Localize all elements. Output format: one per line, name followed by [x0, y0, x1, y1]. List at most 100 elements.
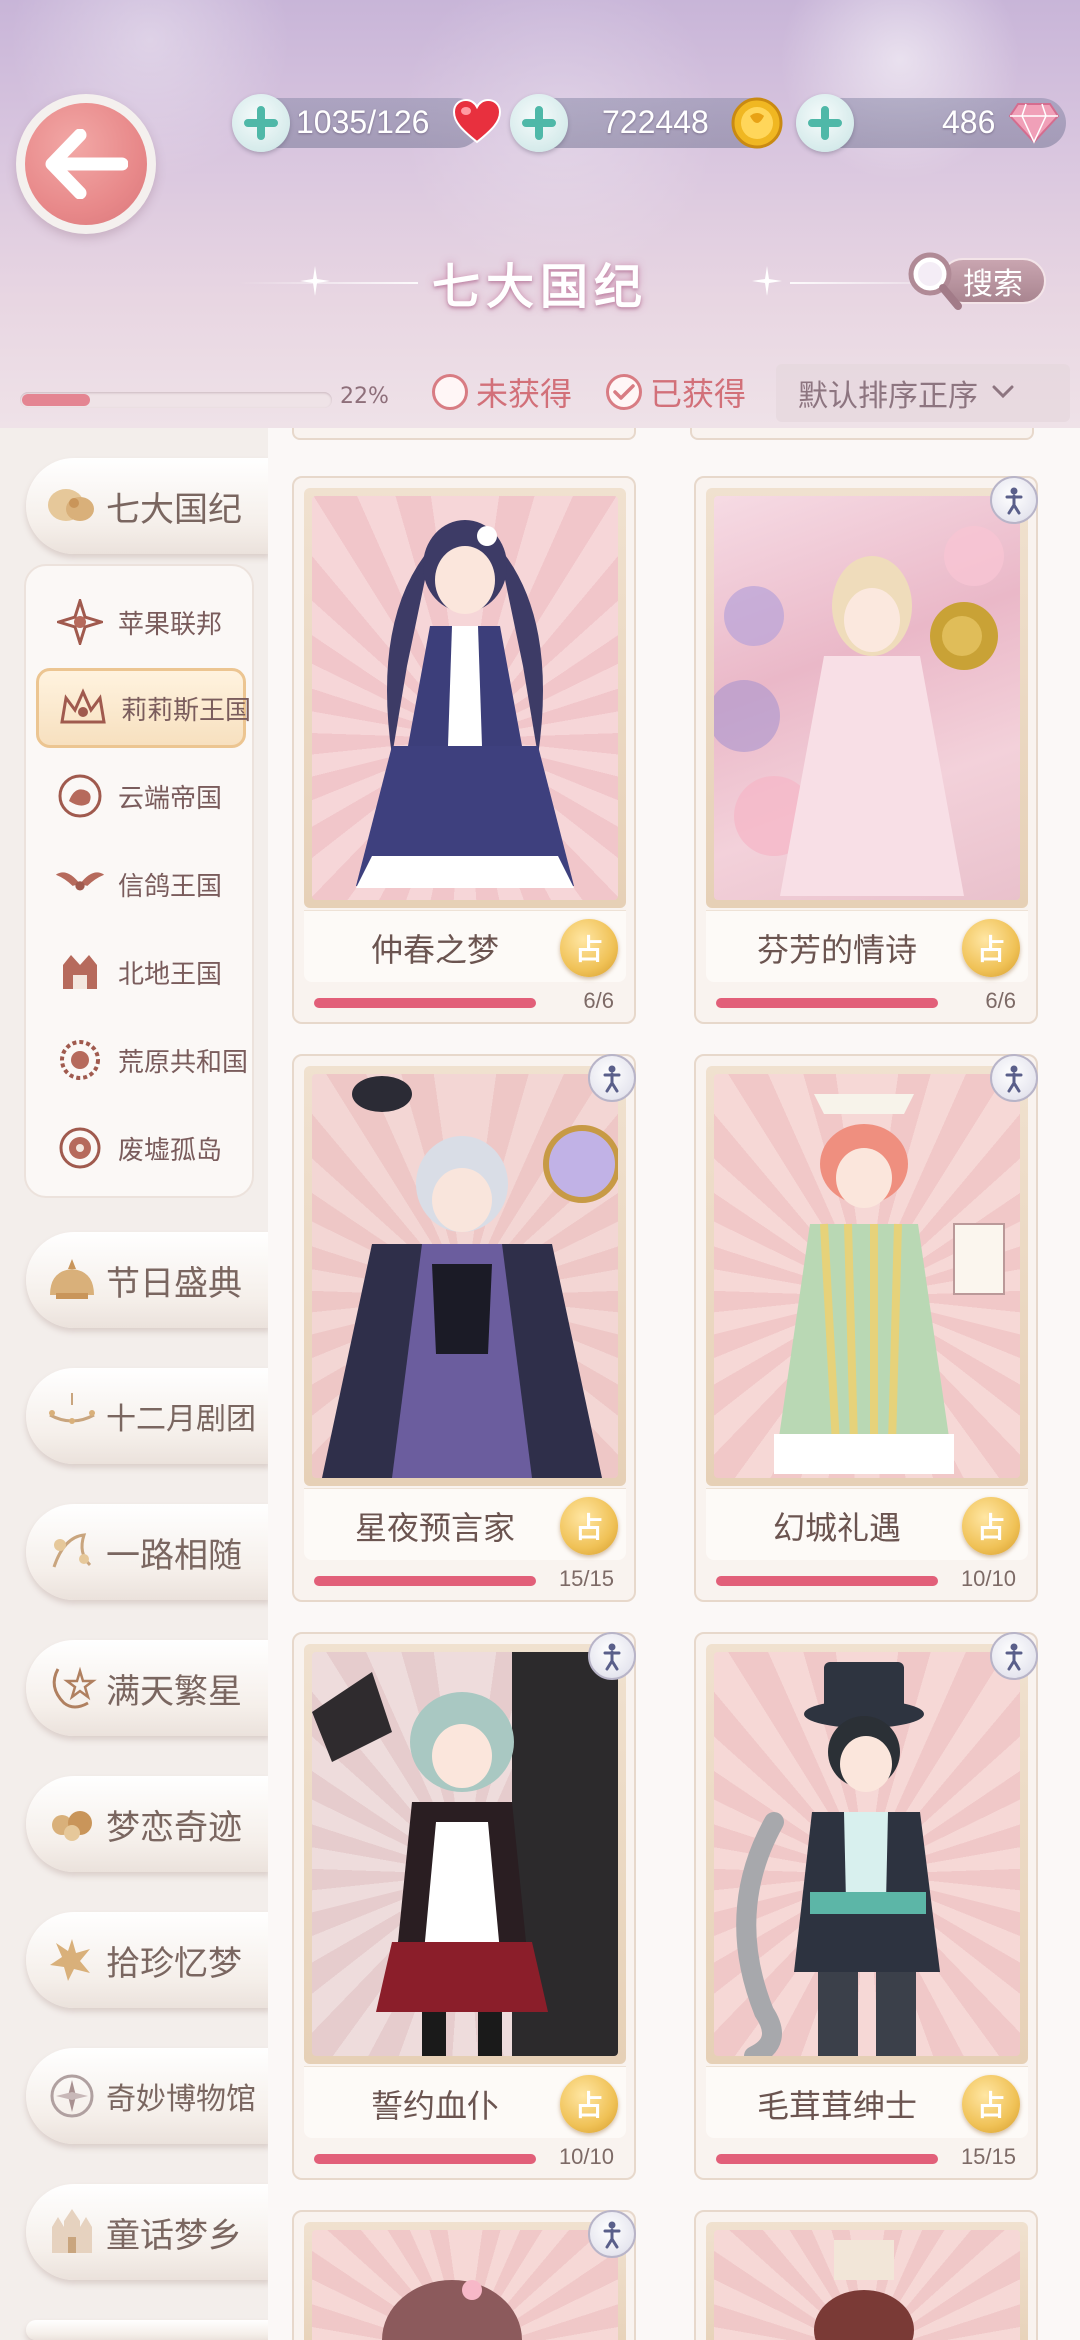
- chandelier-icon: [42, 1386, 102, 1446]
- filter-not-obtained-label: 未获得: [476, 375, 573, 413]
- pose-badge-icon: [588, 1632, 636, 1680]
- divination-button[interactable]: 占: [560, 2075, 618, 2133]
- suit-name-bar: 芬芳的情诗 占: [706, 910, 1028, 982]
- category-fairytale[interactable]: 童话梦乡: [26, 2184, 270, 2280]
- kingdom-wasteland[interactable]: 荒原共和国: [36, 1020, 249, 1100]
- category-partial[interactable]: [26, 2320, 270, 2340]
- suit-card[interactable]: 仲春之梦 占 6/6: [292, 476, 636, 1024]
- festival-icon: [42, 1250, 102, 1310]
- suit-progress-fill: [314, 2154, 536, 2164]
- kingdom-label: 荒原共和国: [118, 1047, 249, 1078]
- page-title: 七大国纪: [431, 259, 648, 315]
- suit-progress-fill: [314, 998, 536, 1008]
- divination-button[interactable]: 占: [962, 2075, 1020, 2133]
- pose-badge-icon: [588, 2210, 636, 2258]
- kingdom-north[interactable]: 北地王国: [36, 932, 246, 1012]
- category-label: 一路相随: [106, 1535, 242, 1576]
- kingdom-apple-federation[interactable]: 苹果联邦: [36, 582, 246, 662]
- pose-badge-icon: [990, 1054, 1038, 1102]
- suit-card[interactable]: 幻城礼遇 占 10/10: [694, 1054, 1038, 1602]
- divination-button[interactable]: 占: [560, 919, 618, 977]
- suit-illustration: [312, 1652, 618, 2056]
- suit-progress-fill: [314, 1576, 536, 1586]
- suit-grid: 仲春之梦 占 6/6 芬芳的情诗 占 6/6 星夜预言家 占 15/15 幻城礼…: [268, 428, 1080, 2340]
- suit-count: 15/15: [558, 1566, 614, 1591]
- add-diamond-button[interactable]: [796, 94, 854, 152]
- lilith-kingdom-icon: [57, 682, 109, 734]
- suit-name: 毛茸茸绅士: [756, 2087, 917, 2125]
- pose-badge-icon: [588, 1054, 636, 1102]
- category-festival[interactable]: 节日盛典: [26, 1232, 270, 1328]
- suit-name-bar: 幻城礼遇 占: [706, 1488, 1028, 1560]
- suit-name: 仲春之梦: [370, 931, 499, 969]
- heart-icon: [452, 98, 502, 148]
- category-dream-miracle[interactable]: 梦恋奇迹: [26, 1776, 270, 1872]
- kingdom-label: 废墟孤岛: [118, 1135, 223, 1166]
- kingdom-label: 莉莉斯王国: [121, 695, 252, 726]
- partial-card-top-right: [690, 428, 1034, 440]
- suit-count: 6/6: [583, 988, 614, 1013]
- dream-icon: [42, 1794, 102, 1854]
- suit-card-partial[interactable]: [694, 2210, 1038, 2340]
- kingdom-ruins-island[interactable]: 废墟孤岛: [36, 1108, 246, 1188]
- category-museum[interactable]: 奇妙博物馆: [26, 2048, 270, 2144]
- suit-card[interactable]: 毛茸茸绅士 占 15/15: [694, 1632, 1038, 2180]
- filter-obtained[interactable]: 已获得: [606, 368, 746, 416]
- category-companion[interactable]: 一路相随: [26, 1504, 270, 1600]
- category-label: 奇妙博物馆: [106, 2082, 256, 2117]
- suit-name: 芬芳的情诗: [756, 931, 917, 969]
- add-stamina-button[interactable]: [232, 94, 290, 152]
- divination-button[interactable]: 占: [962, 919, 1020, 977]
- progress-percent: 22%: [340, 384, 389, 409]
- compass-icon: [42, 2066, 102, 2126]
- suit-count: 6/6: [985, 988, 1016, 1013]
- suit-name-bar: 星夜预言家 占: [304, 1488, 626, 1560]
- kingdom-label: 信鸽王国: [118, 871, 223, 902]
- pose-badge-icon: [990, 476, 1038, 524]
- suit-card-partial[interactable]: [292, 2210, 636, 2340]
- suit-card[interactable]: 星夜预言家 占 15/15: [292, 1054, 636, 1602]
- filter-not-obtained[interactable]: 未获得: [432, 368, 572, 416]
- suit-progress-fill: [716, 1576, 938, 1586]
- add-gold-button[interactable]: [510, 94, 568, 152]
- sort-dropdown[interactable]: 默认排序正序: [776, 364, 1070, 422]
- category-seven-kingdoms[interactable]: 七大国纪: [26, 458, 270, 554]
- stamina-bar: 1035/126: [232, 94, 502, 152]
- suit-progress-track: [314, 998, 536, 1008]
- suit-card[interactable]: 芬芳的情诗 占 6/6: [694, 476, 1038, 1024]
- kingdom-lilith[interactable]: 莉莉斯王国: [36, 668, 251, 748]
- suit-illustration: [714, 2230, 1020, 2340]
- suit-card[interactable]: 誓约血仆 占 10/10: [292, 1632, 636, 2180]
- kingdom-label: 苹果联邦: [118, 609, 223, 640]
- back-button[interactable]: [16, 94, 156, 234]
- castle-icon: [42, 2202, 102, 2262]
- kingdom-cloud-empire[interactable]: 云端帝国: [36, 756, 246, 836]
- sparkle-right-icon: [752, 266, 782, 300]
- suit-name: 星夜预言家: [354, 1509, 515, 1547]
- category-label: 梦恋奇迹: [106, 1807, 242, 1848]
- suit-name: 幻城礼遇: [772, 1509, 901, 1547]
- pink-diamond-icon: [1008, 100, 1060, 148]
- ruins-island-icon: [54, 1122, 106, 1174]
- sparkle-left-icon: [300, 266, 330, 300]
- category-december-troupe[interactable]: 十二月剧团: [26, 1368, 270, 1464]
- seven-kingdoms-icon: [42, 476, 102, 536]
- diamond-value: 486: [942, 104, 996, 140]
- category-memory[interactable]: 拾珍忆梦: [26, 1912, 270, 2008]
- kingdom-pigeon[interactable]: 信鸽王国: [36, 844, 246, 924]
- memory-icon: [42, 1930, 102, 1990]
- suit-illustration: [714, 1652, 1020, 2056]
- search-label: 搜索: [963, 267, 1023, 302]
- category-label: 满天繁星: [106, 1671, 242, 1712]
- category-stars[interactable]: 满天繁星: [26, 1640, 270, 1736]
- suit-name-bar: 誓约血仆 占: [304, 2066, 626, 2138]
- companion-icon: [42, 1522, 102, 1582]
- divination-button[interactable]: 占: [962, 1497, 1020, 1555]
- suit-progress-fill: [716, 2154, 938, 2164]
- suit-progress-track: [716, 1576, 938, 1586]
- filter-obtained-label: 已获得: [650, 375, 747, 413]
- stamina-value: 1035/126: [296, 104, 430, 140]
- divination-button[interactable]: 占: [560, 1497, 618, 1555]
- search-button[interactable]: 搜索: [904, 250, 1048, 310]
- pigeon-kingdom-icon: [54, 858, 106, 910]
